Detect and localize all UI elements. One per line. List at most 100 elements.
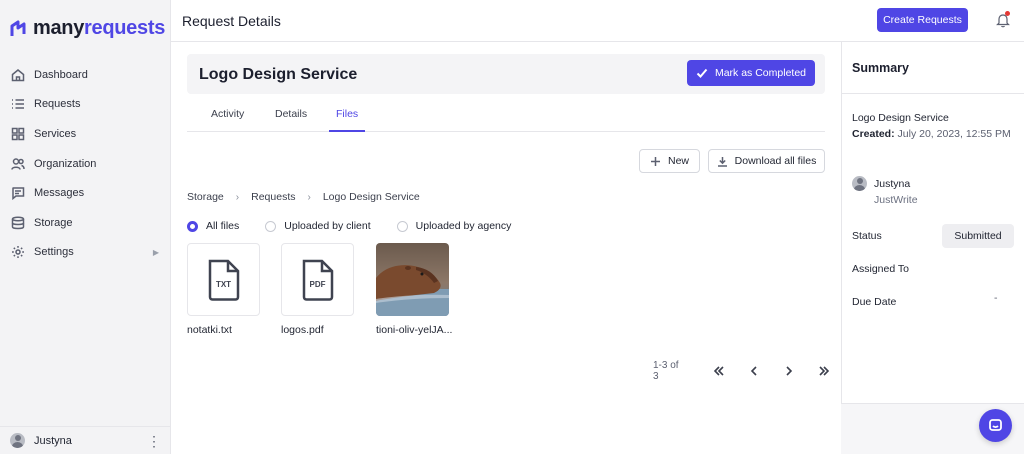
first-page-button[interactable] bbox=[701, 363, 736, 379]
chat-widget-button[interactable] bbox=[979, 409, 1012, 442]
sidebar-item-label: Organization bbox=[34, 157, 97, 170]
plus-icon bbox=[650, 156, 660, 166]
created-label: Created: bbox=[852, 128, 895, 140]
breadcrumb-requests[interactable]: Requests bbox=[251, 191, 295, 203]
mark-as-completed-label: Mark as Completed bbox=[714, 67, 807, 79]
breadcrumb: Storage › Requests › Logo Design Service bbox=[187, 191, 420, 203]
double-chevron-left-icon bbox=[713, 366, 724, 376]
request-header: Logo Design Service Mark as Completed bbox=[187, 54, 825, 94]
due-date-label: Due Date bbox=[852, 296, 897, 308]
breadcrumb-current: Logo Design Service bbox=[322, 191, 420, 203]
home-icon bbox=[11, 68, 25, 82]
file-name: notatki.txt bbox=[187, 324, 232, 336]
chevron-right-icon: › bbox=[235, 191, 240, 203]
brand-name-part1: many bbox=[33, 17, 85, 39]
chevron-right-icon bbox=[785, 366, 792, 376]
avatar bbox=[852, 176, 867, 191]
tab-activity[interactable]: Activity bbox=[211, 108, 244, 120]
file-name: logos.pdf bbox=[281, 324, 324, 336]
assigned-to-label: Assigned To bbox=[852, 263, 910, 275]
new-label: New bbox=[667, 155, 689, 167]
pagination-range: 1-3 of 3 bbox=[653, 360, 679, 382]
tab-details[interactable]: Details bbox=[275, 108, 307, 120]
download-label: Download all files bbox=[734, 155, 817, 167]
filter-label: Uploaded by client bbox=[284, 220, 371, 232]
file-type-label: TXT bbox=[215, 279, 232, 289]
mark-as-completed-button[interactable]: Mark as Completed bbox=[687, 60, 815, 86]
sidebar-item-requests[interactable]: Requests bbox=[0, 90, 171, 120]
summary-title: Logo Design Service bbox=[852, 112, 949, 124]
file-filter-group: All files Uploaded by client Uploaded by… bbox=[187, 220, 537, 232]
sidebar-item-dashboard[interactable]: Dashboard bbox=[0, 60, 171, 90]
sidebar-user[interactable]: Justyna ⋮ bbox=[0, 426, 171, 454]
download-icon bbox=[717, 156, 727, 167]
top-bar: Request Details Create Requests bbox=[171, 0, 1024, 42]
file-type-label: PDF bbox=[309, 279, 326, 289]
gear-icon bbox=[12, 246, 24, 259]
sidebar: many requests Dashboard Requests Services… bbox=[0, 0, 171, 454]
document-icon: TXT bbox=[206, 258, 242, 302]
next-page-button[interactable] bbox=[771, 363, 806, 379]
sidebar-user-name: Justyna bbox=[34, 434, 72, 447]
chevron-left-icon bbox=[750, 366, 757, 376]
file-item[interactable]: TXT notatki.txt bbox=[187, 243, 260, 336]
sidebar-item-label: Messages bbox=[34, 187, 85, 200]
tab-bar: Activity Details Files bbox=[187, 94, 825, 132]
double-chevron-right-icon bbox=[818, 366, 829, 376]
chevron-right-icon: ▶ bbox=[152, 247, 159, 257]
main-content: Logo Design Service Mark as Completed Ac… bbox=[171, 42, 841, 454]
more-vertical-icon[interactable]: ⋮ bbox=[147, 434, 161, 448]
people-icon bbox=[11, 157, 25, 170]
file-item[interactable]: tioni-oliv-yelJA... bbox=[376, 243, 453, 336]
file-name: tioni-oliv-yelJA... bbox=[376, 324, 453, 336]
filter-uploaded-by-agency[interactable]: Uploaded by agency bbox=[396, 220, 511, 232]
page-title: Request Details bbox=[182, 13, 281, 29]
new-button[interactable]: New bbox=[639, 149, 700, 173]
sidebar-item-label: Storage bbox=[34, 216, 73, 229]
filter-label: All files bbox=[206, 220, 240, 232]
due-date-value[interactable]: - bbox=[994, 292, 998, 304]
summary-heading: Summary bbox=[852, 61, 909, 75]
filter-uploaded-by-client[interactable]: Uploaded by client bbox=[265, 220, 371, 232]
radio-selected-icon bbox=[187, 220, 198, 232]
database-icon bbox=[11, 216, 25, 230]
notification-dot bbox=[1005, 11, 1010, 16]
client-name: Justyna bbox=[874, 177, 911, 190]
breadcrumb-storage[interactable]: Storage bbox=[187, 191, 224, 203]
filter-all-files[interactable]: All files bbox=[187, 220, 239, 232]
capybara-photo bbox=[376, 243, 449, 316]
file-item[interactable]: PDF logos.pdf bbox=[281, 243, 354, 336]
file-thumbnail[interactable]: TXT bbox=[187, 243, 260, 316]
status-label: Status bbox=[852, 230, 882, 242]
brand-logo[interactable]: many requests bbox=[10, 17, 165, 40]
file-thumbnail[interactable]: PDF bbox=[281, 243, 354, 316]
last-page-button[interactable] bbox=[806, 363, 841, 379]
sidebar-item-label: Requests bbox=[34, 98, 81, 111]
tab-files[interactable]: Files bbox=[336, 108, 358, 120]
created-value: July 20, 2023, 12:55 PM bbox=[897, 128, 1011, 140]
status-badge[interactable]: Submitted bbox=[942, 224, 1014, 248]
grid-icon bbox=[11, 127, 25, 141]
sidebar-item-organization[interactable]: Organization bbox=[0, 149, 171, 179]
download-all-files-button[interactable]: Download all files bbox=[708, 149, 825, 173]
sidebar-item-messages[interactable]: Messages bbox=[0, 178, 171, 208]
image-thumbnail[interactable] bbox=[376, 243, 449, 316]
summary-client: Justyna bbox=[852, 176, 910, 191]
brand-name-part2: requests bbox=[84, 17, 166, 39]
pagination: 1-3 of 3 bbox=[653, 360, 841, 382]
sidebar-item-settings[interactable]: Settings ▶ bbox=[0, 238, 171, 268]
sidebar-item-label: Services bbox=[34, 127, 77, 140]
sidebar-item-label: Settings bbox=[34, 246, 74, 259]
sidebar-item-storage[interactable]: Storage bbox=[0, 208, 171, 238]
active-tab-indicator bbox=[329, 130, 365, 132]
summary-panel: Summary Logo Design Service Created: Jul… bbox=[841, 42, 1024, 404]
previous-page-button[interactable] bbox=[736, 363, 771, 379]
avatar bbox=[10, 433, 25, 448]
document-icon: PDF bbox=[300, 258, 336, 302]
create-requests-button[interactable]: Create Requests bbox=[877, 8, 968, 32]
request-title: Logo Design Service bbox=[199, 66, 358, 83]
summary-created: Created: July 20, 2023, 12:55 PM bbox=[852, 128, 1011, 140]
check-icon bbox=[696, 68, 708, 78]
sidebar-item-services[interactable]: Services bbox=[0, 119, 171, 149]
radio-empty-icon bbox=[265, 220, 277, 232]
